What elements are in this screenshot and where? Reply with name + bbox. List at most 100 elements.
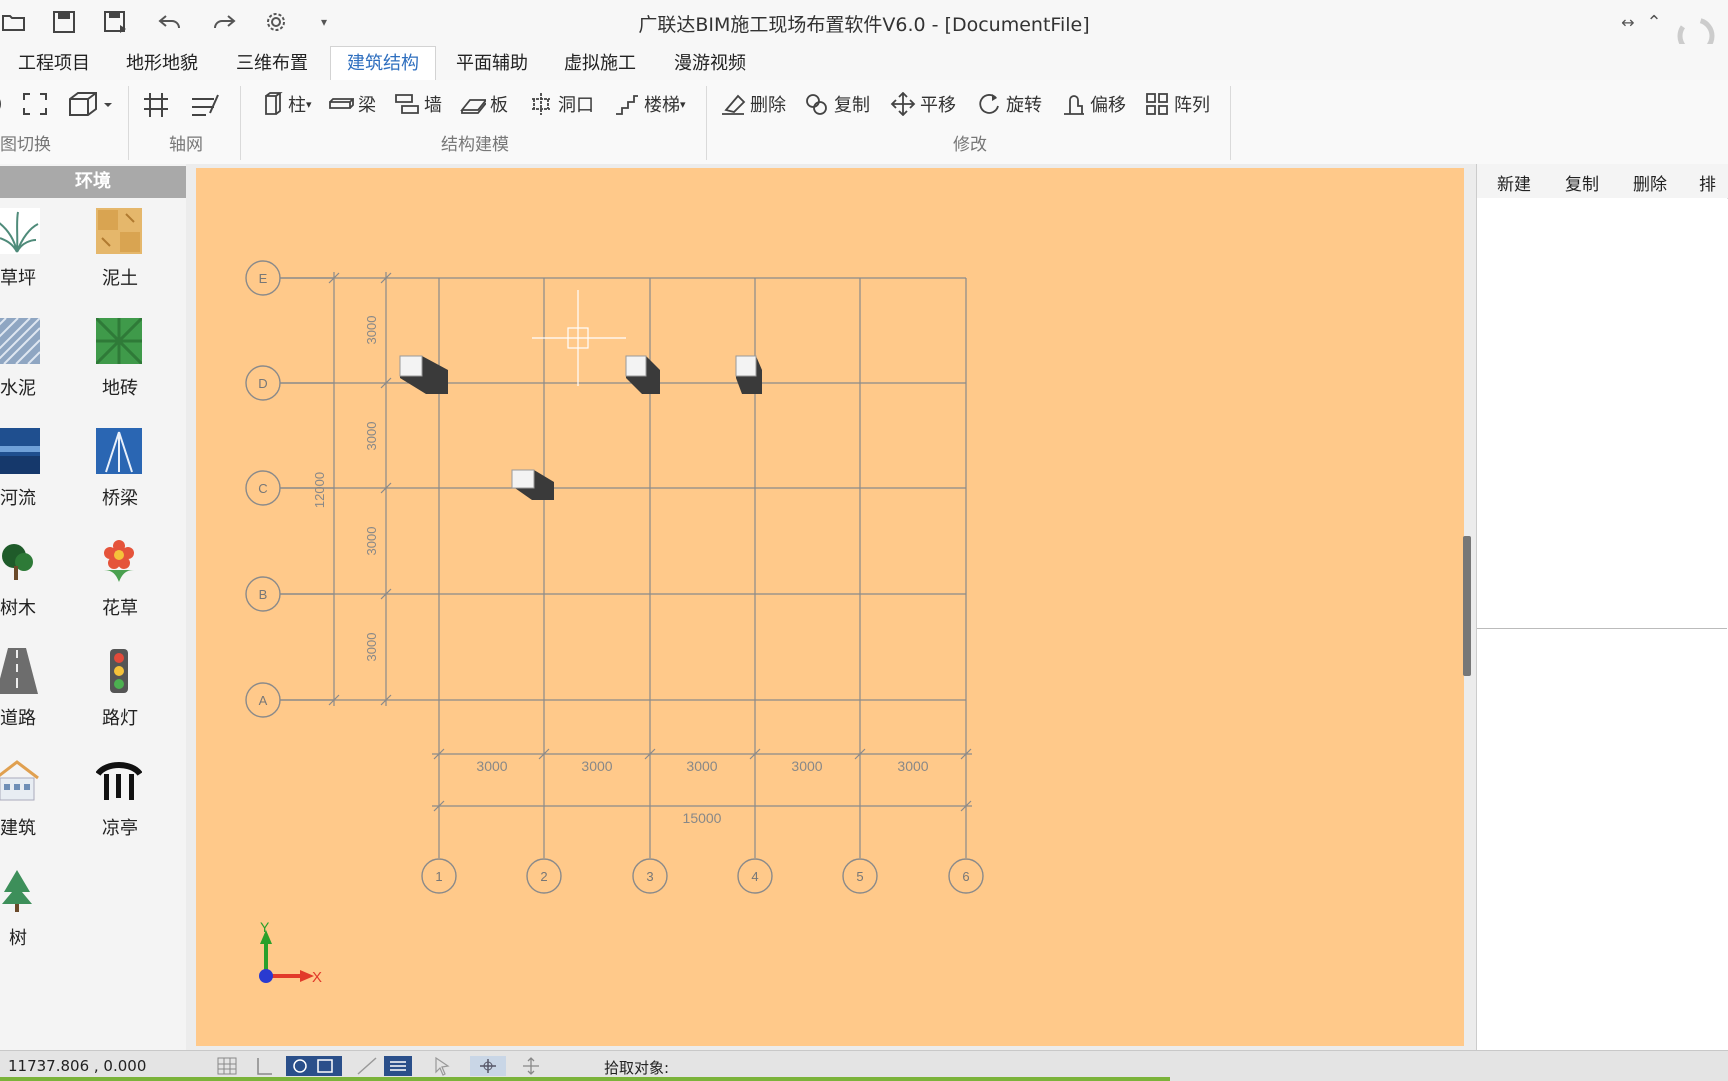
view-prev-icon[interactable] (0, 90, 8, 118)
copy-button[interactable]: 复制 (804, 90, 870, 118)
3d-view-cube-icon[interactable] (68, 90, 112, 118)
offset-button[interactable]: 偏移 (1060, 90, 1126, 118)
rotate-label: 旋转 (1006, 95, 1042, 116)
dim-total-height: 12000 (312, 472, 327, 508)
delete-item-button[interactable]: 删除 (1633, 170, 1667, 195)
drawing-canvas[interactable]: E D C B A 1 2 3 4 5 6 3000 3000 3000 300… (196, 168, 1464, 1046)
structural-column[interactable] (735, 355, 762, 394)
cursor-coordinates: 11737.806 , 0.000 (8, 1057, 147, 1075)
beam-button[interactable]: 梁 (328, 90, 376, 118)
layer-icon[interactable] (384, 1056, 412, 1076)
tab-terrain[interactable]: 地形地貌 (110, 50, 214, 80)
slab-label: 板 (490, 95, 508, 116)
menu-tab-bar: 工程项目 地形地貌 三维布置 建筑结构 平面辅助 虚拟施工 漫游视频 (0, 44, 1728, 81)
stairs-button[interactable]: 楼梯 ▾ (614, 90, 686, 118)
axis-label-d: D (258, 376, 267, 391)
delete-button[interactable]: 删除 (720, 90, 786, 118)
move-view-icon[interactable] (470, 1056, 506, 1076)
env-item-building[interactable]: 建筑 (0, 750, 58, 850)
column-button[interactable]: 柱 ▾ (258, 90, 312, 118)
env-item-pavilion[interactable]: 凉亭 (80, 750, 160, 850)
select-pointer-icon[interactable] (432, 1056, 454, 1076)
tab-virtual-construction[interactable]: 虚拟施工 (548, 50, 652, 80)
axis-edit-icon[interactable] (190, 90, 220, 118)
resize-arrows-icon[interactable]: ↔ (1614, 8, 1642, 36)
delete-label: 删除 (750, 95, 786, 116)
property-list[interactable] (1477, 198, 1727, 629)
copy-item-button[interactable]: 复制 (1565, 170, 1599, 195)
polar-track-icon[interactable] (356, 1056, 378, 1076)
grass-icon (0, 208, 40, 254)
canvas-scrollbar[interactable] (1463, 536, 1471, 676)
collapse-ribbon-icon[interactable]: ⌃ (1640, 8, 1668, 36)
opening-label: 洞口 (558, 95, 594, 116)
structural-column[interactable] (511, 469, 554, 500)
tab-project[interactable]: 工程项目 (2, 50, 106, 80)
axis-label-2: 2 (540, 869, 547, 884)
beam-label: 梁 (358, 95, 376, 116)
pan-icon[interactable] (520, 1056, 542, 1076)
pick-object-prompt: 拾取对象: (604, 1059, 670, 1077)
env-item-river[interactable]: 河流 (0, 420, 58, 520)
group-label-axis-grid: 轴网 (169, 135, 203, 155)
group-label-structure-modeling: 结构建模 (441, 135, 509, 155)
grid-snap-icon[interactable] (216, 1056, 238, 1076)
env-item-bridge[interactable]: 桥梁 (80, 420, 160, 520)
dim-row-2: 3000 (364, 422, 379, 451)
env-item-grass[interactable]: 草坪 (0, 200, 58, 300)
slab-button[interactable]: 板 (460, 90, 508, 118)
env-item-floor-tile[interactable]: 地砖 (80, 310, 160, 410)
tab-plan-assist[interactable]: 平面辅助 (440, 50, 544, 80)
rotate-button[interactable]: 旋转 (976, 90, 1042, 118)
grid-drawing[interactable]: E D C B A 1 2 3 4 5 6 3000 3000 3000 300… (196, 168, 1464, 1046)
env-item-cement[interactable]: 水泥 (0, 310, 58, 410)
status-bar: 11737.806 , 0.000 拾取对象: (0, 1050, 1728, 1081)
array-button[interactable]: 阵列 (1144, 90, 1210, 118)
window-title: 广联达BIM施工现场布置软件V6.0 - [DocumentFile] (638, 14, 1090, 36)
new-button[interactable]: 新建 (1497, 170, 1531, 195)
ribbon-separator (1230, 86, 1231, 160)
ribbon-separator (706, 86, 707, 160)
object-snap-icon[interactable] (286, 1056, 342, 1076)
trees-icon (2, 544, 33, 580)
property-panel-toolbar: 新建 复制 删除 排序 (1477, 164, 1728, 220)
axis-label-5: 5 (856, 869, 863, 884)
env-item-tree[interactable]: 树 (0, 860, 58, 960)
axis-y-label: Y (260, 919, 270, 935)
env-item-soil[interactable]: 泥土 (80, 200, 160, 300)
array-label: 阵列 (1174, 95, 1210, 116)
ortho-icon[interactable] (254, 1056, 276, 1076)
tree-icon (2, 870, 32, 912)
axis-label-1: 1 (435, 869, 442, 884)
wall-button[interactable]: 墙 (394, 90, 442, 118)
env-item-trees[interactable]: 树木 (0, 530, 58, 630)
move-button[interactable]: 平移 (890, 90, 956, 118)
axis-label-e: E (259, 271, 268, 286)
axis-grid-icon[interactable] (142, 90, 170, 118)
env-item-traffic-light[interactable]: 路灯 (80, 640, 160, 740)
soil-icon (96, 208, 142, 254)
ribbon-separator (240, 86, 241, 160)
env-item-flower[interactable]: 花草 (80, 530, 160, 630)
stairs-label: 楼梯 (644, 95, 680, 116)
axis-label-c: C (258, 481, 267, 496)
tab-3d-layout[interactable]: 三维布置 (220, 50, 324, 80)
opening-button[interactable]: 洞口 (528, 90, 594, 118)
tab-building-structure[interactable]: 建筑结构 (330, 46, 436, 81)
structural-column[interactable] (399, 355, 448, 394)
fullscreen-icon[interactable] (22, 90, 48, 118)
environment-panel-header: 环境 (0, 166, 186, 198)
copy-label: 复制 (834, 95, 870, 116)
cursor-crosshair (532, 290, 626, 386)
road-icon (0, 648, 38, 694)
offset-label: 偏移 (1090, 95, 1126, 116)
building-icon (0, 760, 39, 801)
group-label-view-switch: 图切换 (0, 135, 51, 155)
dim-col-1: 3000 (476, 758, 507, 774)
env-item-road[interactable]: 道路 (0, 640, 58, 740)
tab-roaming-video[interactable]: 漫游视频 (658, 50, 762, 80)
structural-column[interactable] (625, 355, 660, 394)
pavilion-icon (96, 762, 142, 800)
axis-label-a: A (259, 693, 268, 708)
coordinate-axis-indicator: Y X (259, 919, 322, 986)
